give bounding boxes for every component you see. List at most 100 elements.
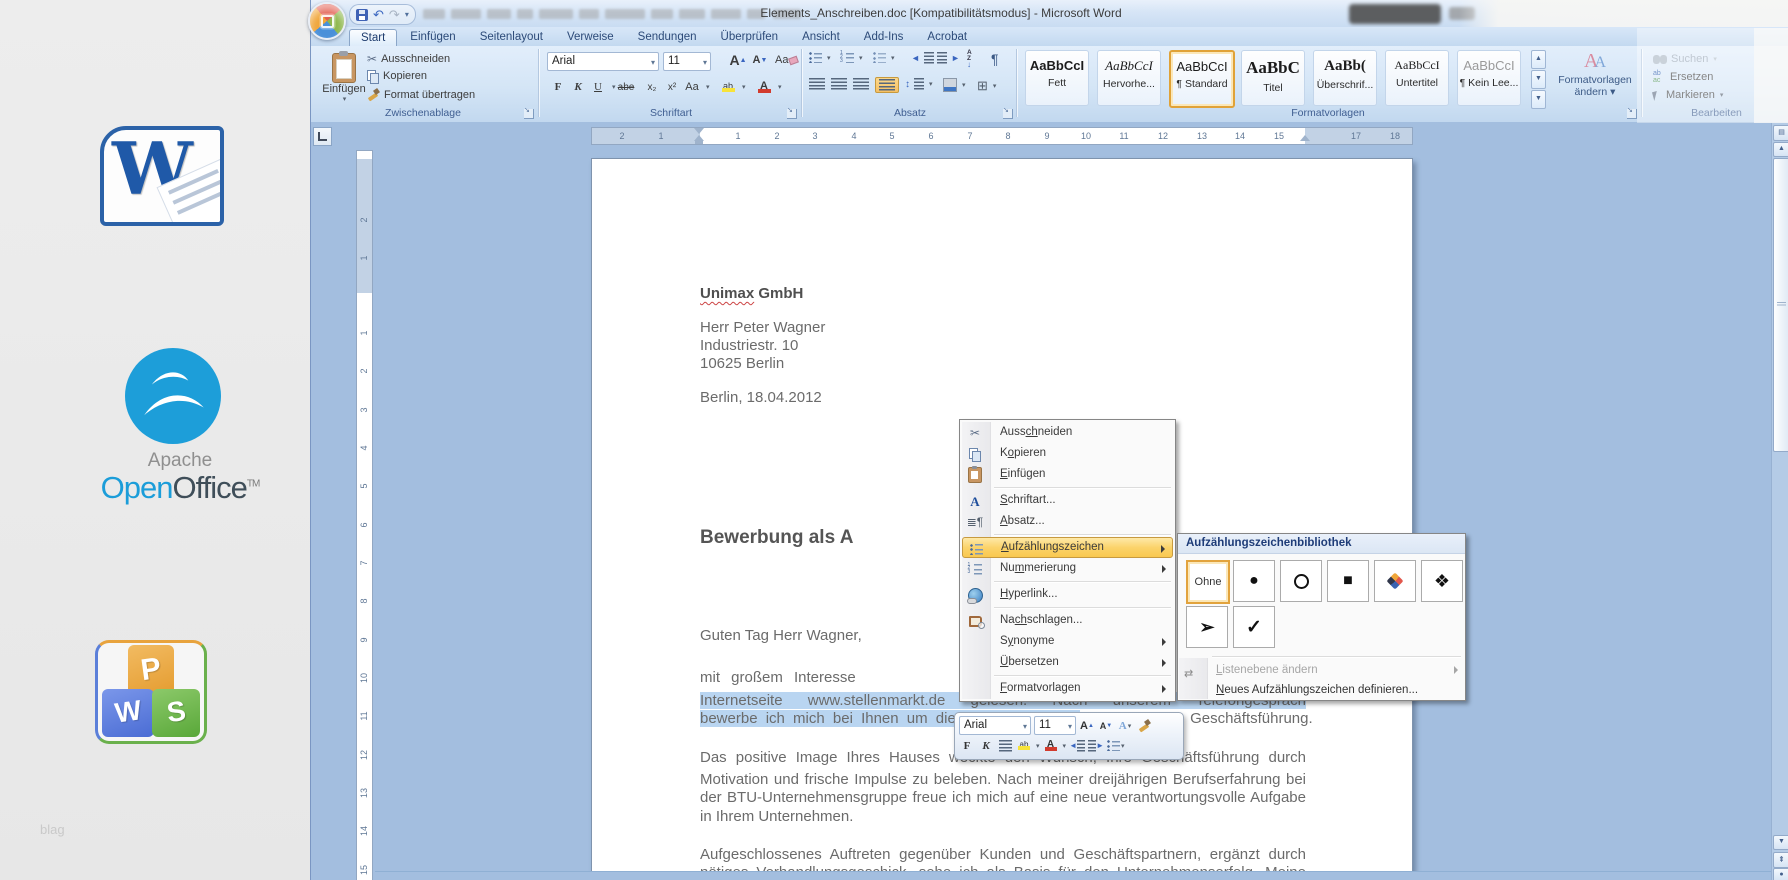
scroll-down-icon[interactable]: ▼ [1773,835,1788,850]
decrease-indent-button[interactable]: ◄ [911,52,934,64]
grow-font-button[interactable]: A▲ [729,51,747,69]
justify-button[interactable] [875,77,899,93]
menu-item-aufzählungszeichen[interactable]: Aufzählungszeichen [962,537,1173,558]
mini-increase-indent-button[interactable]: ► [1088,737,1104,754]
style-Standard[interactable]: AaBbCcI¶ Standard [1169,50,1235,108]
mini-format-painter-button[interactable] [1136,717,1152,734]
mini-shrink-font-button[interactable]: A▼ [1098,717,1114,734]
tab-start[interactable]: Start [349,29,397,47]
bullet-option-ring[interactable] [1280,560,1322,602]
menu-item-absatz[interactable]: ≣¶Absatz... [962,511,1173,532]
align-center-button[interactable] [831,78,847,90]
sort-button[interactable]: AZ [967,50,972,68]
scroll-up-icon[interactable]: ▲ [1773,142,1788,157]
mini-font-size-combo[interactable]: 11 [1034,716,1076,735]
replace-button[interactable]: Ersetzen [1653,71,1713,83]
bold-button[interactable]: F [549,78,567,96]
shrink-font-button[interactable]: A▼ [751,51,769,69]
style-Hervorhe[interactable]: AaBbCcIHervorhe... [1097,50,1161,106]
clipboard-dialog-launcher[interactable] [524,109,534,119]
style-Untertitel[interactable]: AaBbCcIUntertitel [1385,50,1449,106]
multilevel-list-button[interactable]: ▾ [873,52,895,63]
tab-sendungen[interactable]: Sendungen [627,29,708,46]
openoffice-logo[interactable]: Apache OpenOfficeTM [85,348,275,513]
paragraph-dialog-launcher[interactable] [1003,109,1013,119]
cut-button[interactable]: ✂ Ausschneiden [367,52,450,66]
bullet-option-ohne[interactable]: Ohne [1186,560,1230,604]
copy-button[interactable]: Kopieren [367,70,427,82]
bullet-option-colordiamond[interactable] [1374,560,1416,602]
menu-item-einfügen[interactable]: Einfügen [962,464,1173,485]
style-Fett[interactable]: AaBbCcIFett [1025,50,1089,106]
mini-font-color-button[interactable]: A [1043,737,1059,754]
bullet-option-diamonds[interactable]: ❖ [1421,560,1463,602]
select-browse-object-button[interactable]: ● [1773,868,1788,880]
increase-indent-button[interactable]: ► [937,52,960,64]
wps-office-icon[interactable]: P W S [95,640,207,744]
tab-add-ins[interactable]: Add-Ins [853,29,915,46]
tab-verweise[interactable]: Verweise [556,29,625,46]
numbered-list-button[interactable]: ▾ [841,52,863,63]
mini-decrease-indent-button[interactable]: ◄ [1069,737,1085,754]
select-button[interactable]: Markieren▾ [1653,89,1723,101]
font-size-combo[interactable]: 11 [663,52,711,71]
menu-item-übersetzen[interactable]: Übersetzen [962,652,1173,673]
tab-ansicht[interactable]: Ansicht [791,29,851,46]
bullet-option-square[interactable]: ■ [1327,560,1369,602]
subscript-button[interactable]: x₂ [643,78,661,96]
menu-item-formatvorlagen[interactable]: Formatvorlagen [962,678,1173,699]
shading-button[interactable]: ▾ [943,78,966,92]
font-family-combo[interactable]: Arial [547,52,659,71]
font-dialog-launcher[interactable] [787,109,797,119]
tab-stop-selector[interactable] [313,127,332,146]
superscript-button[interactable]: x² [663,78,681,96]
vertical-scrollbar[interactable]: ▤ ▲ ▼ ⇞ ● ⇟ [1771,123,1788,880]
underline-button[interactable]: U▾ [589,78,616,96]
mini-styles-button[interactable]: A▾ [1117,717,1133,734]
previous-page-button[interactable]: ⇞ [1773,852,1788,868]
ruler-toggle-button[interactable]: ▤ [1773,125,1788,141]
styles-dialog-launcher[interactable] [1627,109,1637,119]
tab-einfügen[interactable]: Einfügen [399,29,466,46]
borders-button[interactable]: ⊞▾ [977,78,996,94]
mini-grow-font-button[interactable]: A▲ [1079,717,1095,734]
line-spacing-button[interactable]: ↕▾ [905,78,933,90]
align-left-button[interactable] [809,78,825,90]
font-color-button[interactable]: A▾ [755,78,782,96]
bullet-option-dot[interactable]: ● [1233,560,1275,602]
tab-überprüfen[interactable]: Überprüfen [710,29,790,46]
tab-seitenlayout[interactable]: Seitenlayout [469,29,554,46]
menu-item-kopieren[interactable]: Kopieren [962,443,1173,464]
bullet-option-arrow[interactable]: ➢ [1186,606,1228,648]
menu-item-hyperlink[interactable]: Hyperlink... [962,584,1173,605]
change-list-level-item[interactable]: ⇄ Listenebene ändern [1178,660,1465,680]
ms-word-icon[interactable]: W [100,126,224,226]
format-painter-button[interactable]: Format übertragen [367,88,475,101]
menu-item-nachschlagen[interactable]: Nachschlagen... [962,610,1173,631]
first-line-indent-marker[interactable] [694,128,704,134]
italic-button[interactable]: K [569,78,587,96]
menu-item-ausschneiden[interactable]: ✂Ausschneiden [962,422,1173,443]
show-paragraph-marks-button[interactable]: ¶ [991,51,999,67]
scrollbar-thumb[interactable] [1773,158,1788,452]
mini-bold-button[interactable]: F [959,737,975,754]
style-berschrif[interactable]: AaBb(Überschrif... [1313,50,1377,106]
find-button[interactable]: Suchen▾ [1653,53,1717,65]
mini-center-button[interactable] [997,737,1013,754]
menu-item-synonyme[interactable]: Synonyme [962,631,1173,652]
mini-highlight-button[interactable]: ab [1016,737,1032,754]
right-indent-marker[interactable] [1300,135,1310,141]
bullet-list-button[interactable]: ▾ [809,52,831,63]
vertical-ruler[interactable]: 21123456789101112131415 [356,150,373,880]
strikethrough-button[interactable]: abe [617,78,635,96]
office-button[interactable] [308,2,346,40]
highlight-color-button[interactable]: ab▾ [719,78,746,96]
mini-italic-button[interactable]: K [978,737,994,754]
clear-formatting-button[interactable]: Aa [775,51,798,69]
change-case-button[interactable]: Aa▾ [683,78,710,96]
mini-font-family-combo[interactable]: Arial [959,716,1031,735]
define-new-bullet-item[interactable]: Neues Aufzählungszeichen definieren... [1178,680,1465,700]
paste-button[interactable]: Einfügen ▾ [323,50,365,108]
left-indent-marker[interactable] [695,141,703,144]
horizontal-ruler[interactable]: 211234567891011121314151718 [591,127,1413,145]
